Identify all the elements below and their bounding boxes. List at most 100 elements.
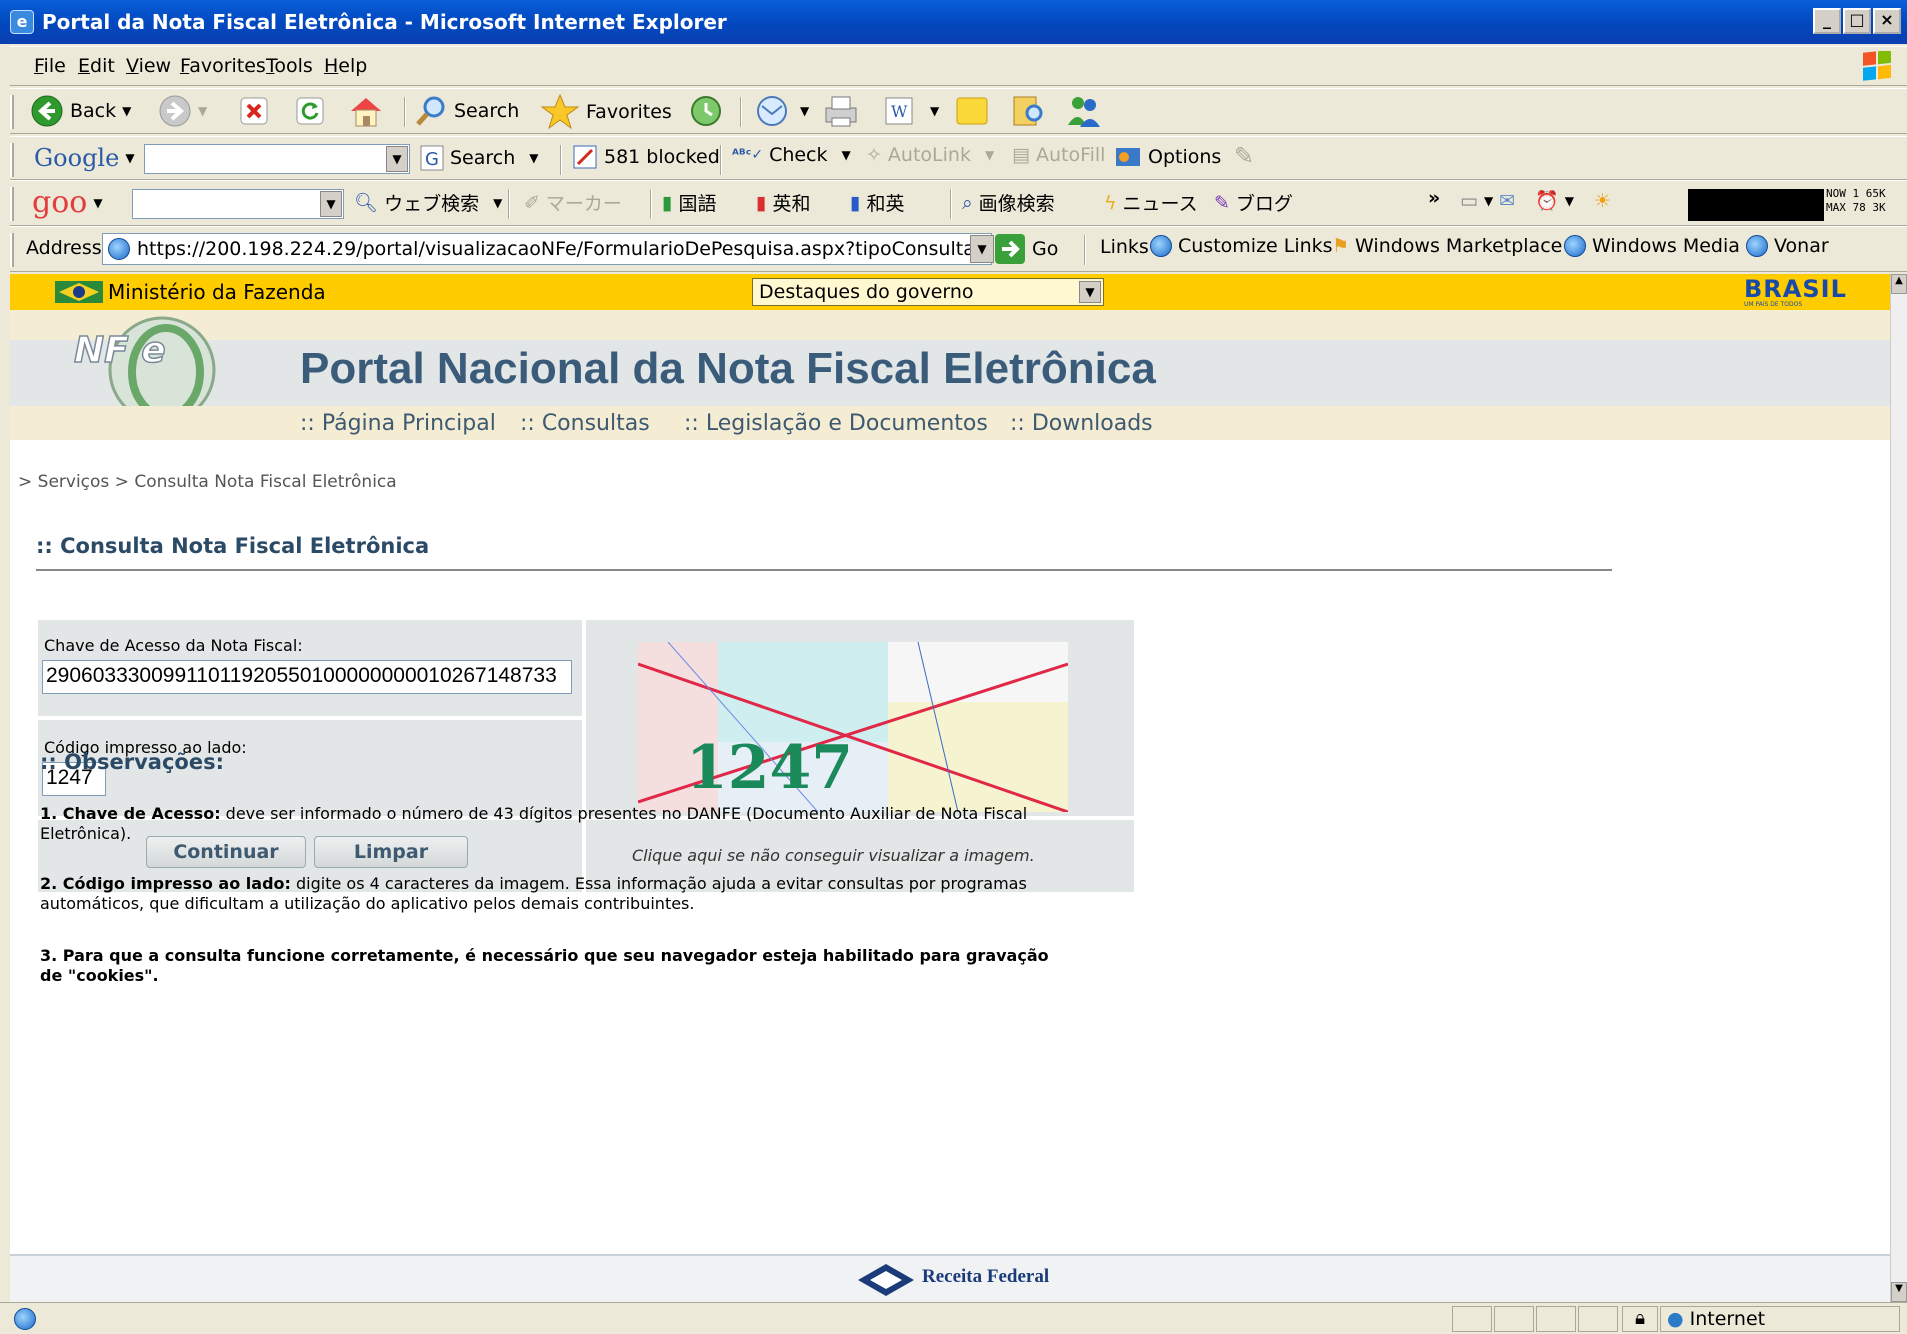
link-windows-marketplace[interactable]: ⚑ Windows Marketplace [1332,235,1562,257]
nav-downloads[interactable]: :: Downloads [1010,411,1153,436]
chevron-down-icon: ▼ [493,195,503,210]
close-button[interactable]: × [1873,8,1901,34]
autolink-button[interactable]: ✧ AutoLink ▼ [866,144,994,166]
research-icon [1013,96,1043,126]
history-button[interactable] [688,94,724,128]
menu-help[interactable]: Help [324,55,367,77]
menu-favorites[interactable]: Favorites [180,55,266,77]
menu-view[interactable]: View [126,55,171,77]
sun-icon: ☀ [1594,189,1612,212]
chevron-down-icon: ▼ [1564,193,1575,208]
google-options-button[interactable]: Options [1114,144,1221,170]
book-icon: ▮ [850,191,861,214]
google-logo[interactable]: Google ▼ [34,144,135,172]
chevron-down-icon: ▼ [122,104,132,118]
minimize-button[interactable]: _ [1813,8,1841,34]
receita-federal-link[interactable]: Receita Federal [922,1266,1049,1288]
go-arrow-icon [995,234,1025,264]
windows-flag-icon: ⚑ [1332,235,1350,257]
back-arrow-icon [31,95,63,127]
goo-extra-buttons[interactable]: ▭ ▼ ✉ ⏰ ▼ ☀ [1460,189,1612,213]
home-button[interactable] [348,94,384,128]
vertical-scrollbar[interactable]: ▲ ▼ [1890,274,1907,1302]
highlight-button[interactable]: ✎ [1234,142,1254,170]
goo-news-button[interactable]: ϟ ニュース [1104,189,1198,216]
link-customize[interactable]: Customize Links [1150,235,1333,257]
book-icon: ▮ [756,191,767,214]
word-icon: W [885,97,913,125]
link-windows-media[interactable]: Windows Media [1564,235,1740,257]
observation-3: 3. Para que a consulta funcione corretam… [40,946,1049,985]
ie-icon [1150,235,1172,257]
nav-pagina-principal[interactable]: :: Página Principal [300,411,496,436]
nav-legislacao[interactable]: :: Legislação e Documentos [684,411,988,436]
brasil-logo[interactable]: BRASIL UM PAÍS DE TODOS [1744,276,1846,308]
portal-title: Portal Nacional da Nota Fiscal Eletrônic… [300,344,1156,393]
print-button[interactable] [822,94,860,128]
window-title: Portal da Nota Fiscal Eletrônica - Micro… [42,10,727,34]
goo-waei-button[interactable]: ▮ 和英 [850,189,904,216]
messenger-icon [1068,97,1100,127]
goo-more-button[interactable]: » [1428,187,1440,209]
page-content: Ministério da Fazenda Destaques do gover… [10,274,1890,1302]
access-key-input[interactable]: 2906033300991101192055010000000001026714… [42,660,572,694]
security-zone[interactable]: ● Internet [1660,1306,1900,1332]
search-button[interactable]: Search [414,94,519,128]
back-button[interactable]: Back ▼ [30,94,131,128]
goo-logo[interactable]: goo ▼ [32,185,103,220]
mail-button[interactable]: ▼ [754,94,809,128]
research-button[interactable] [1010,93,1046,129]
status-bar: 🔒︎ ● Internet [0,1302,1907,1334]
menu-edit[interactable]: Edit [78,55,115,77]
links-label[interactable]: Links [1100,236,1149,258]
discuss-button[interactable] [954,94,990,128]
goo-image-search-button[interactable]: ⌕ 画像検索 [962,189,1055,216]
link-vonar[interactable]: Vonar [1746,235,1829,257]
forward-button[interactable]: ▼ [158,94,207,128]
goo-blog-button[interactable]: ✎ ブログ [1214,189,1293,216]
home-icon [351,98,381,127]
nav-consultas[interactable]: :: Consultas [520,411,650,436]
refresh-button[interactable] [296,97,324,125]
favorites-button[interactable]: Favorites [540,93,672,131]
chevron-down-icon: ▼ [841,148,851,162]
google-search-input[interactable]: ▼ [144,144,410,174]
scroll-down-button[interactable]: ▼ [1891,1282,1907,1302]
google-search-button[interactable]: G Search ▼ [420,144,539,172]
pencil-icon: ✎ [1234,142,1255,170]
maximize-button[interactable]: □ [1843,8,1871,34]
stop-icon [240,97,268,125]
captcha-help-link[interactable]: Clique aqui se não conseguir visualizar … [632,846,1035,865]
address-input[interactable]: https://200.198.224.29/portal/visualizac… [102,233,992,265]
ministry-link[interactable]: Ministério da Fazenda [108,280,326,304]
goo-search-input[interactable]: ▼ [132,189,344,219]
chevron-down-icon[interactable]: ▼ [386,146,408,172]
goo-eiwa-button[interactable]: ▮ 英和 [756,189,810,216]
stop-button[interactable] [240,97,268,125]
marker-icon: ✐ [524,191,540,214]
menu-file[interactable]: File [34,55,66,77]
spellcheck-icon: ᴬᴮᶜ✓ [732,147,764,163]
messenger-button[interactable] [1064,93,1104,129]
goo-kokugo-button[interactable]: ▮ 国語 [662,189,716,216]
lightning-icon: ϟ [1104,191,1117,214]
goo-web-search-button[interactable]: 🔍︎ ウェブ検索 ▼ [354,189,502,216]
lock-icon[interactable]: 🔒︎ [1622,1306,1658,1332]
address-dropdown[interactable]: ▼ [970,235,994,263]
standard-toolbar: Back ▼ ▼ Search Favorites ▼ W ▼ [10,88,1907,134]
page-status-icon [14,1308,36,1330]
breadcrumb: > Serviços > Consulta Nota Fiscal Eletrô… [18,472,397,492]
popup-blocker-button[interactable]: 581 blocked [572,144,720,170]
observation-1: 1. Chave de Acesso: deve ser informado o… [40,804,1028,843]
chevron-down-icon[interactable]: ▼ [320,191,342,217]
spell-check-button[interactable]: ᴬᴮᶜ✓ Check ▼ [732,144,851,166]
goo-marker-button[interactable]: ✐ マーカー [524,189,622,216]
scroll-up-button[interactable]: ▲ [1891,274,1907,294]
window-title-bar[interactable]: e Portal da Nota Fiscal Eletrônica - Mic… [0,0,1907,44]
menu-tools[interactable]: Tools [266,55,313,77]
captcha-cell: 1247 [586,620,1134,816]
autofill-button[interactable]: ▤ AutoFill [1012,144,1105,166]
highlights-select[interactable]: Destaques do governo ▼ [752,278,1104,306]
go-button[interactable]: Go [994,233,1058,265]
edit-button[interactable]: W ▼ [884,96,939,126]
